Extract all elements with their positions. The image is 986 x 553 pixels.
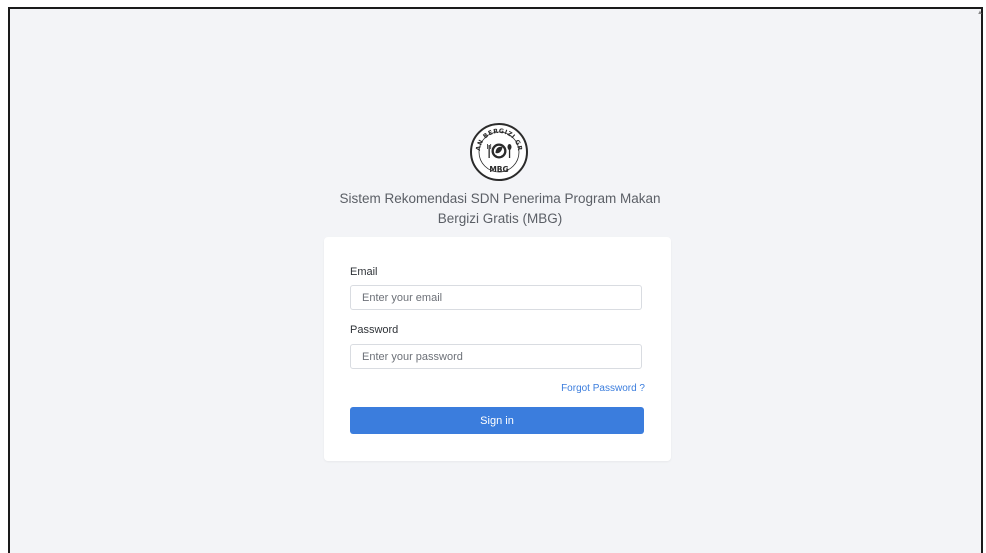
email-field[interactable] bbox=[350, 285, 642, 310]
sign-in-button[interactable]: Sign in bbox=[350, 407, 644, 434]
login-card: Email Password Forgot Password ? Sign in bbox=[324, 237, 671, 461]
mbg-logo-icon: MAKAN BERGIZI GRATIS MBG bbox=[468, 121, 528, 181]
scroll-arrow-icon[interactable]: ▲ bbox=[977, 9, 983, 17]
logo-abbr: MBG bbox=[489, 165, 508, 174]
password-label: Password bbox=[350, 324, 399, 336]
page-viewport: ▲ MAKAN BERGIZI GRATIS MBG Sist bbox=[8, 7, 983, 553]
page-title: Sistem Rekomendasi SDN Penerima Program … bbox=[339, 191, 661, 226]
forgot-password-link[interactable]: Forgot Password ? bbox=[561, 383, 645, 394]
mbg-logo: MAKAN BERGIZI GRATIS MBG bbox=[468, 121, 530, 183]
password-field[interactable] bbox=[350, 344, 642, 369]
email-label: Email bbox=[350, 266, 378, 278]
